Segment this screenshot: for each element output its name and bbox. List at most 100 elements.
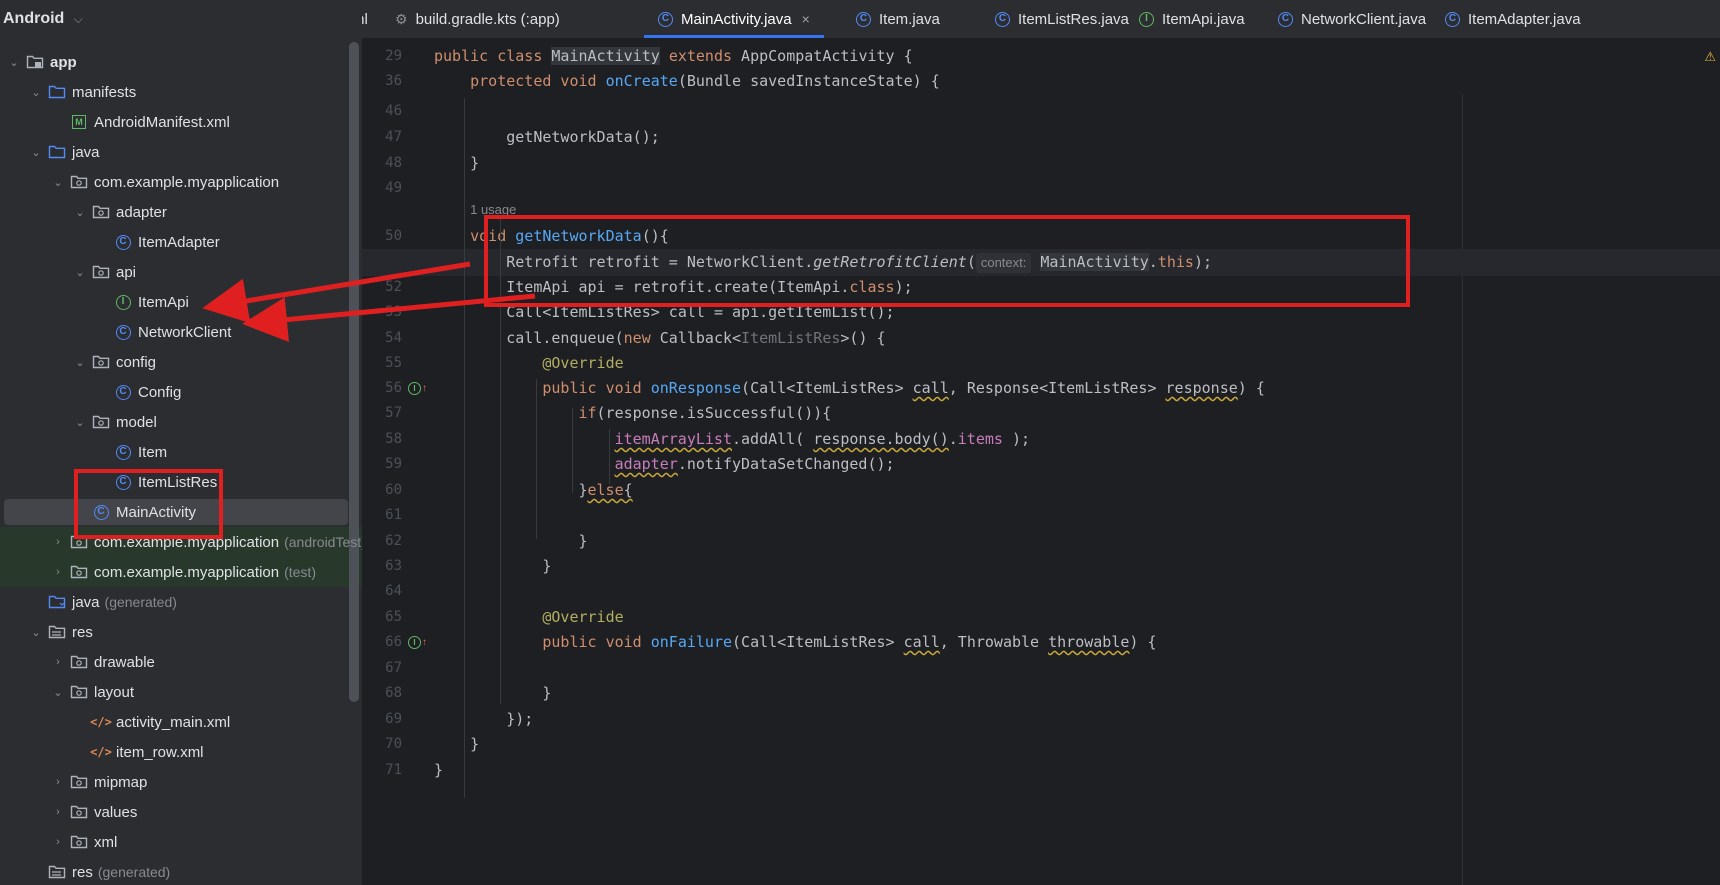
tree-item-itemapi[interactable]: I ItemApi <box>0 287 362 317</box>
tab-mainactivity-java[interactable]: C MainActivity.java × <box>644 0 824 38</box>
tab-build-gradle-kts-app-[interactable]: ⚙ build.gradle.kts (:app) <box>395 0 560 38</box>
line-number[interactable]: 50 <box>362 223 402 250</box>
code-editor[interactable]: 2936464748495051525354555657585960616263… <box>362 39 1720 885</box>
code-line-60[interactable]: }else{ <box>578 477 632 504</box>
chevron-down-icon[interactable]: ⌄ <box>72 356 88 369</box>
code-line-62[interactable]: } <box>578 528 587 555</box>
line-number[interactable]: 47 <box>362 124 402 151</box>
close-icon[interactable]: × <box>802 11 810 27</box>
line-number[interactable]: 69 <box>362 706 402 733</box>
line-number[interactable]: 62 <box>362 528 402 555</box>
tree-item-xml[interactable]: › xml <box>0 827 362 857</box>
chevron-down-icon[interactable]: ⌄ <box>72 266 88 279</box>
chevron-right-icon[interactable]: › <box>50 776 66 788</box>
tree-item-item-row-xml[interactable]: </> item_row.xml <box>0 737 362 767</box>
code-line-54[interactable]: call.enqueue(new Callback<ItemListRes>()… <box>506 325 885 352</box>
code-line-56[interactable]: public void onResponse(Call<ItemListRes>… <box>542 375 1265 402</box>
line-number[interactable]: 71 <box>362 757 402 784</box>
chevron-down-icon[interactable]: ⌄ <box>50 686 66 699</box>
tree-item-activity-main-xml[interactable]: </> activity_main.xml <box>0 707 362 737</box>
line-number[interactable]: 53 <box>362 299 402 326</box>
chevron-right-icon[interactable]: › <box>50 836 66 848</box>
chevron-down-icon[interactable]: ⌄ <box>28 146 44 159</box>
tree-item-manifests[interactable]: ⌄ manifests <box>0 77 362 107</box>
tree-item-config[interactable]: ⌄ config <box>0 347 362 377</box>
tree-item-res[interactable]: res (generated) <box>0 857 362 885</box>
project-view-title[interactable]: Android <box>3 10 64 28</box>
chevron-right-icon[interactable]: › <box>50 566 66 578</box>
implements-method-gutter-icon[interactable]: I ↑ <box>408 375 430 402</box>
code-line-63[interactable]: } <box>542 553 551 580</box>
line-number[interactable]: 52 <box>362 274 402 301</box>
code-line-48[interactable]: } <box>470 150 479 177</box>
tree-item-networkclient[interactable]: C NetworkClient <box>0 317 362 347</box>
code-line-59[interactable]: adapter.notifyDataSetChanged(); <box>615 451 895 478</box>
line-number[interactable]: 65 <box>362 604 402 631</box>
chevron-down-icon[interactable]: ⌄ <box>72 416 88 429</box>
chevron-right-icon[interactable]: › <box>50 806 66 818</box>
tree-item-com-example-myapplication[interactable]: › com.example.myapplication (test) <box>0 557 362 587</box>
line-number[interactable]: 66 <box>362 629 402 656</box>
line-number[interactable]: 64 <box>362 578 402 605</box>
tree-item-drawable[interactable]: › drawable <box>0 647 362 677</box>
code-line-69[interactable]: }); <box>506 706 533 733</box>
line-number[interactable]: 60 <box>362 477 402 504</box>
code-line-36[interactable]: protected void onCreate(Bundle savedInst… <box>470 68 940 95</box>
tree-item-com-example-myapplication[interactable]: ⌄ com.example.myapplication <box>0 167 362 197</box>
implements-method-gutter-icon[interactable]: I ↑ <box>408 629 430 656</box>
chevron-down-icon[interactable]: ⌄ <box>28 86 44 99</box>
tree-item-res[interactable]: ⌄ res <box>0 617 362 647</box>
line-number[interactable]: 67 <box>362 655 402 682</box>
line-number[interactable]: 58 <box>362 426 402 453</box>
code-area[interactable]: public class MainActivity extends AppCom… <box>362 39 1720 885</box>
chevron-down-icon[interactable]: ⌵ <box>70 12 86 27</box>
chevron-down-icon[interactable]: ⌄ <box>6 56 22 69</box>
line-number[interactable]: 48 <box>362 150 402 177</box>
line-number[interactable]: 55 <box>362 350 402 377</box>
chevron-right-icon[interactable]: › <box>50 536 66 548</box>
code-line-65[interactable]: @Override <box>542 604 623 631</box>
line-number[interactable]: 63 <box>362 553 402 580</box>
tree-item-java[interactable]: ⌄ java <box>0 137 362 167</box>
code-line-29[interactable]: public class MainActivity extends AppCom… <box>434 43 913 70</box>
code-line-47[interactable]: getNetworkData(); <box>506 124 660 151</box>
line-number[interactable]: 36 <box>362 68 402 95</box>
tab-item-java[interactable]: C Item.java <box>856 0 940 38</box>
line-number[interactable]: 56 <box>362 375 402 402</box>
tree-item-item[interactable]: C Item <box>0 437 362 467</box>
tab-networkclient-java[interactable]: C NetworkClient.java <box>1278 0 1426 38</box>
line-number[interactable]: 61 <box>362 502 402 529</box>
code-line-66[interactable]: public void onFailure(Call<ItemListRes> … <box>542 629 1156 656</box>
code-line-57[interactable]: if(response.isSuccessful()){ <box>578 400 831 427</box>
tree-item-androidmanifest-xml[interactable]: M AndroidManifest.xml <box>0 107 362 137</box>
line-number[interactable]: 68 <box>362 680 402 707</box>
line-number[interactable]: 70 <box>362 731 402 758</box>
code-line-68[interactable]: } <box>542 680 551 707</box>
tab-itemapi-java[interactable]: I ItemApi.java <box>1139 0 1245 38</box>
project-scrollbar[interactable] <box>349 42 359 702</box>
line-number[interactable]: 59 <box>362 451 402 478</box>
line-number[interactable]: 54 <box>362 325 402 352</box>
code-line-71[interactable]: } <box>434 757 443 784</box>
project-view-header[interactable]: Android ⌵ <box>0 0 362 38</box>
warning-icon[interactable]: ⚠ <box>1704 49 1716 65</box>
tree-item-adapter[interactable]: ⌄ adapter <box>0 197 362 227</box>
tree-item-layout[interactable]: ⌄ layout <box>0 677 362 707</box>
code-line-55[interactable]: @Override <box>542 350 623 377</box>
line-number[interactable]: 57 <box>362 400 402 427</box>
tree-item-app[interactable]: ⌄ app <box>0 47 362 77</box>
tree-item-config[interactable]: C Config <box>0 377 362 407</box>
tree-item-values[interactable]: › values <box>0 797 362 827</box>
chevron-down-icon[interactable]: ⌄ <box>72 206 88 219</box>
code-line-58[interactable]: itemArrayList.addAll( response.body().it… <box>615 426 1030 453</box>
code-line-70[interactable]: } <box>470 731 479 758</box>
tab-itemadapter-java[interactable]: C ItemAdapter.java <box>1445 0 1581 38</box>
tree-item-api[interactable]: ⌄ api <box>0 257 362 287</box>
line-number[interactable]: 46 <box>362 98 402 125</box>
chevron-right-icon[interactable]: › <box>50 656 66 668</box>
chevron-down-icon[interactable]: ⌄ <box>50 176 66 189</box>
line-number[interactable]: 29 <box>362 43 402 70</box>
tab-ml[interactable]: ml <box>362 0 368 38</box>
tab-itemlistres-java[interactable]: C ItemListRes.java <box>995 0 1129 38</box>
tree-item-model[interactable]: ⌄ model <box>0 407 362 437</box>
